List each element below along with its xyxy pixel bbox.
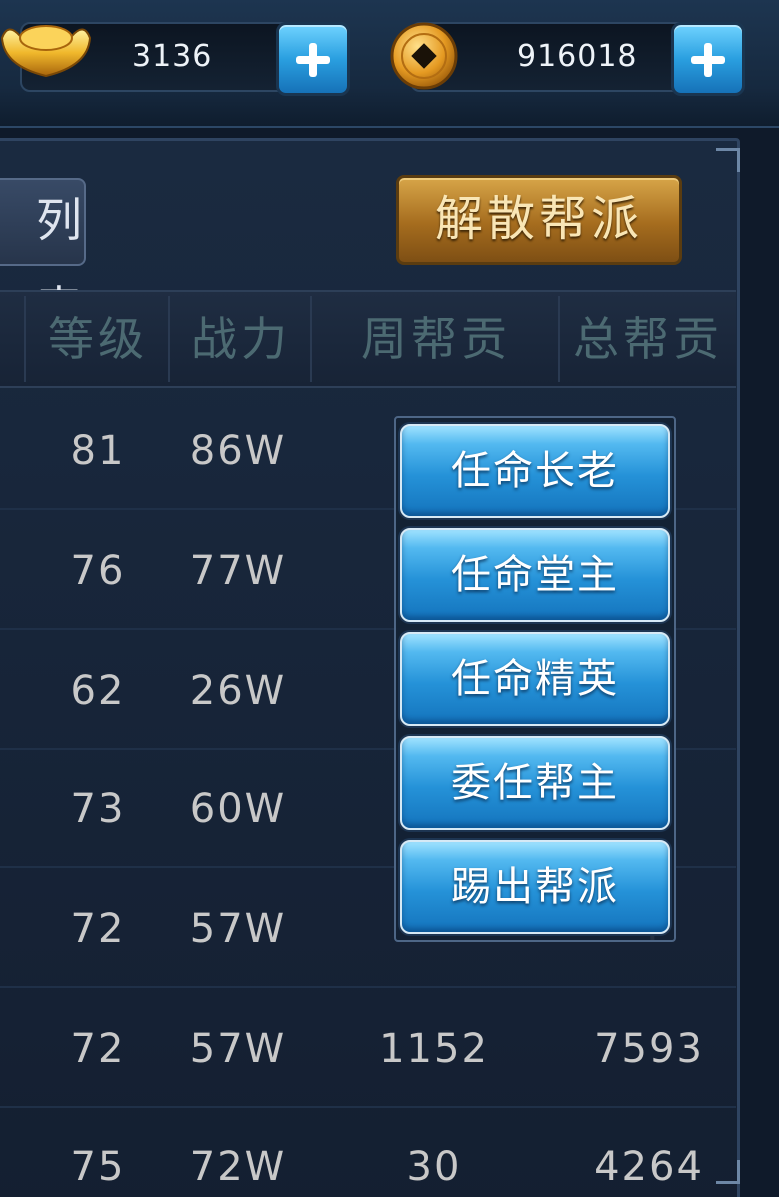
weekly-contribution-cell: 30 xyxy=(406,1144,462,1190)
power-cell: 72W xyxy=(189,1144,287,1190)
level-cell: 75 xyxy=(70,1144,126,1190)
column-divider xyxy=(168,296,170,382)
transfer-leader-button[interactable]: 委任帮主 xyxy=(400,736,670,830)
total-contribution-cell: 4264 xyxy=(594,1144,704,1190)
add-gold-ingot-button[interactable] xyxy=(276,22,350,96)
table-row[interactable]: 75 72W 30 4264 xyxy=(0,1108,736,1197)
tab-member-list-label: 列表 xyxy=(36,193,82,335)
power-cell: 77W xyxy=(189,548,287,594)
weekly-contribution-cell: 1152 xyxy=(379,1026,489,1072)
level-cell: 76 xyxy=(70,548,126,594)
power-cell: 26W xyxy=(189,668,287,714)
copper-coin-icon xyxy=(390,22,458,90)
level-cell: 81 xyxy=(70,428,126,474)
gold-ingot-value: 3136 xyxy=(132,39,213,74)
power-cell: 57W xyxy=(189,1026,287,1072)
gold-ingot-icon xyxy=(0,25,92,78)
column-header-weekly-contribution: 周帮贡 xyxy=(361,312,511,366)
level-cell: 62 xyxy=(70,668,126,714)
panel-corner-ornament xyxy=(716,148,740,172)
appoint-elite-button[interactable]: 任命精英 xyxy=(400,632,670,726)
power-cell: 86W xyxy=(189,428,287,474)
column-divider xyxy=(310,296,312,382)
table-row[interactable]: 72 57W 1152 7593 xyxy=(0,990,736,1108)
kick-member-button[interactable]: 踢出帮派 xyxy=(400,840,670,934)
column-header-total-contribution: 总帮贡 xyxy=(573,312,723,366)
disband-guild-button[interactable]: 解散帮派 xyxy=(396,175,682,265)
copper-coin-counter: 916018 xyxy=(410,22,745,96)
column-header-level: 等级 xyxy=(48,312,148,366)
total-contribution-cell: 7593 xyxy=(594,1026,704,1072)
appoint-hall-master-button[interactable]: 任命堂主 xyxy=(400,528,670,622)
power-cell: 57W xyxy=(189,906,287,952)
column-divider xyxy=(24,296,26,382)
column-header-power: 战力 xyxy=(191,312,291,366)
power-cell: 60W xyxy=(189,786,287,832)
level-cell: 72 xyxy=(70,906,126,952)
add-copper-coin-button[interactable] xyxy=(671,22,745,96)
copper-coin-value: 916018 xyxy=(517,39,638,74)
level-cell: 72 xyxy=(70,1026,126,1072)
appoint-elder-button[interactable]: 任命长老 xyxy=(400,424,670,518)
level-cell: 73 xyxy=(70,786,126,832)
